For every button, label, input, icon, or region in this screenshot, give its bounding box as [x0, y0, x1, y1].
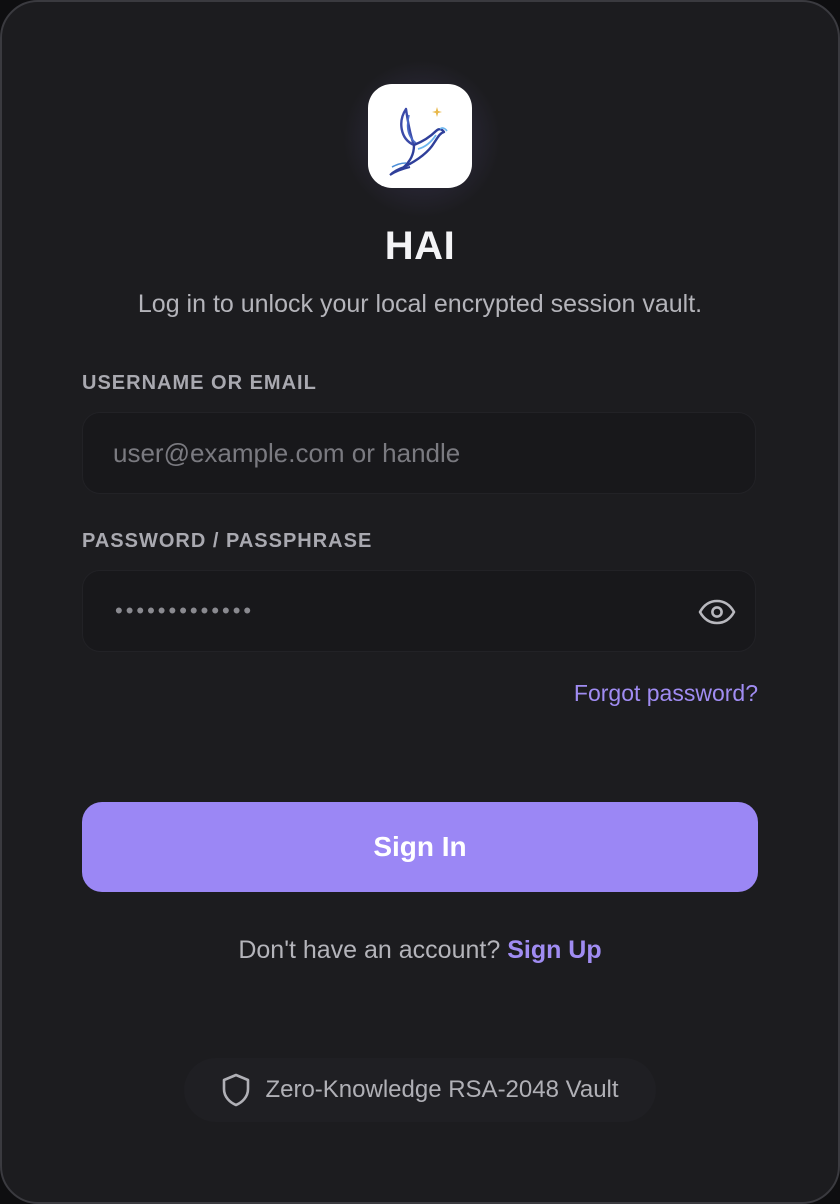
username-input[interactable]: user@example.com or handle	[82, 412, 756, 494]
username-placeholder: user@example.com or handle	[113, 438, 461, 468]
password-masked-value: •••••••••••••	[115, 598, 255, 623]
vault-badge-text: Zero-Knowledge RSA-2048 Vault	[265, 1076, 619, 1103]
vault-badge: Zero-Knowledge RSA-2048 Vault	[184, 1058, 656, 1122]
forgot-password-link[interactable]: Forgot password?	[574, 680, 758, 707]
sign-up-link[interactable]: Sign Up	[507, 936, 601, 964]
app-title: HAI	[384, 224, 456, 268]
signup-row: Don't have an account? Sign Up	[2, 936, 838, 965]
shield-icon	[223, 1073, 250, 1107]
page-subtitle: Log in to unlock your local encrypted se…	[137, 290, 703, 318]
app-logo	[368, 84, 472, 188]
toggle-password-visibility-button[interactable]	[697, 593, 737, 631]
bird-logo-icon	[389, 107, 448, 176]
password-input[interactable]: •••••••••••••	[82, 570, 756, 652]
signup-prompt: Don't have an account?	[238, 936, 501, 964]
eye-icon	[698, 599, 736, 625]
username-label: USERNAME OR EMAIL	[82, 372, 317, 394]
login-card: HAI Log in to unlock your local encrypte…	[0, 0, 840, 1204]
password-label: PASSWORD / PASSPHRASE	[82, 530, 373, 552]
sign-in-button[interactable]: Sign In	[82, 802, 758, 892]
